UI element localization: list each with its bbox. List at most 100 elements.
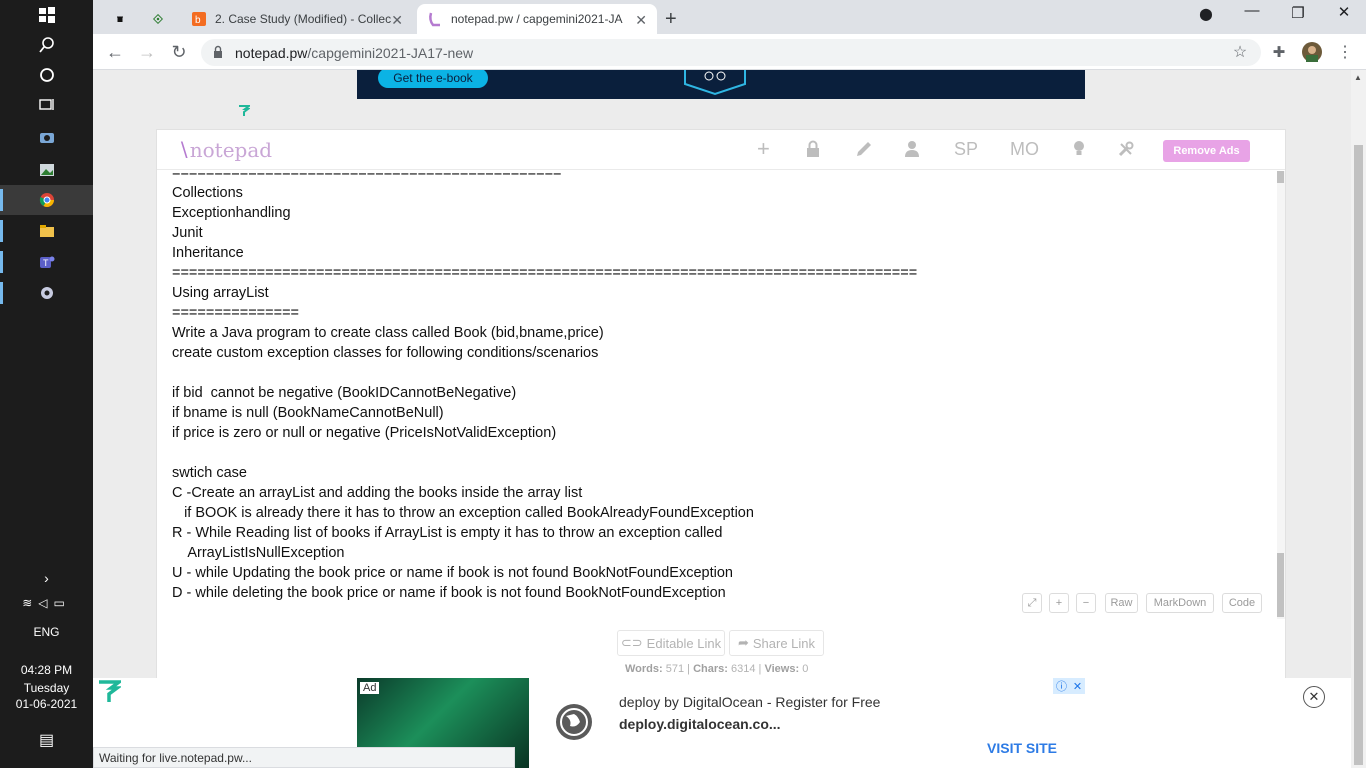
editor-scrollbar-thumb[interactable]	[1277, 171, 1284, 183]
tab-title: notepad.pw / capgemini2021-JA	[451, 12, 623, 26]
tab-search-icon[interactable]: ⬤	[1183, 7, 1229, 21]
teams-app-icon[interactable]: T	[0, 247, 93, 277]
extensions-puzzle-icon[interactable]: ✚	[1267, 40, 1291, 64]
editor-scrollbar[interactable]	[1277, 171, 1285, 619]
note-line: create custom exception classes for foll…	[172, 345, 599, 361]
close-tab-icon[interactable]: ✕	[635, 12, 647, 29]
remove-ads-button[interactable]: Remove Ads	[1163, 140, 1250, 162]
chars-count: 6314	[731, 663, 756, 675]
address-bar[interactable]: notepad.pw/capgemini2021-JA17-new	[201, 39, 1261, 66]
note-line: Using arrayList	[172, 285, 269, 301]
new-tab-button[interactable]: +	[665, 4, 693, 34]
notifications-icon[interactable]: ▤	[0, 730, 93, 750]
new-note-plus-icon[interactable]: +	[757, 136, 770, 162]
chrome-menu-icon[interactable]: ⋮	[1333, 40, 1357, 64]
task-view-icon[interactable]	[0, 90, 93, 120]
forward-button[interactable]: →	[135, 40, 159, 64]
windows-start-icon[interactable]	[0, 0, 93, 30]
settings-app-icon[interactable]	[0, 278, 93, 308]
tab-case-study[interactable]: b 2. Case Study (Modified) - Collec ✕	[181, 4, 413, 34]
profile-avatar[interactable]	[1300, 40, 1324, 64]
get-ebook-button[interactable]: Get the e-book	[378, 70, 488, 88]
note-line: ========================================…	[172, 265, 918, 281]
note-line: if bname is null (BookNameCannotBeNull)	[172, 405, 444, 421]
note-line: Junit	[172, 225, 203, 241]
note-line: Exceptionhandling	[172, 205, 291, 221]
notepad-logo-swoosh-icon: ∖	[177, 138, 190, 162]
close-ad-icon[interactable]: ✕	[1303, 686, 1325, 708]
raw-button[interactable]: Raw	[1105, 593, 1138, 613]
close-tab-icon[interactable]: ✕	[391, 12, 403, 29]
editor-scrollbar-thumb-lower[interactable]	[1277, 553, 1284, 617]
back-button[interactable]: ←	[103, 40, 127, 64]
restore-button[interactable]: ❐	[1275, 4, 1321, 22]
browser-tab-strip: b 2. Case Study (Modified) - Collec ✕ no…	[93, 0, 1366, 34]
svg-text:T: T	[43, 258, 49, 268]
note-line: ===============	[172, 305, 300, 321]
chrome-app-icon[interactable]	[0, 185, 93, 215]
svg-text:b: b	[195, 15, 201, 26]
note-line: U - while Updating the book price or nam…	[172, 565, 733, 581]
browser-toolbar: ← → ↻ notepad.pw/capgemini2021-JA17-new …	[93, 34, 1366, 70]
tab-pinned-2[interactable]	[145, 4, 179, 34]
sp-button[interactable]: SP	[954, 139, 978, 160]
visit-site-button[interactable]: VISIT SITE	[987, 740, 1057, 756]
globe-icon	[556, 704, 592, 740]
screen: T › ≋◁▭ ENG 04:28 PM Tuesday 01-06-2021 …	[0, 0, 1366, 768]
tab-pinned-1[interactable]	[109, 4, 139, 34]
lock-icon[interactable]	[805, 140, 821, 163]
scroll-up-arrow-icon[interactable]: ▲	[1354, 73, 1362, 82]
clock-time[interactable]: 04:28 PM	[0, 663, 93, 677]
show-hidden-icons-chevron-icon[interactable]: ›	[0, 570, 93, 586]
lightbulb-icon[interactable]	[1073, 140, 1085, 163]
file-explorer-icon[interactable]	[0, 216, 93, 246]
bookmark-star-icon[interactable]: ☆	[1228, 40, 1252, 64]
ad-title[interactable]: deploy by DigitalOcean - Register for Fr…	[619, 694, 880, 710]
notepad-header: ∖notepad + SP MO Remove Ads	[157, 130, 1285, 170]
font-decrease-icon[interactable]: −	[1076, 593, 1096, 613]
notepad-card: ∖notepad + SP MO Remove Ads ============…	[156, 129, 1286, 699]
page-scrollbar-thumb[interactable]	[1354, 145, 1363, 765]
note-line: Collections	[172, 185, 243, 201]
close-window-button[interactable]: ✕	[1321, 3, 1366, 21]
ad-tag: Ad	[360, 682, 380, 694]
system-tray-icons[interactable]: ≋◁▭	[0, 596, 93, 610]
search-icon[interactable]	[0, 30, 93, 60]
url-path: /capgemini2021-JA17-new	[307, 44, 474, 61]
note-line: if price is zero or null or negative (Pr…	[172, 425, 557, 441]
tab-favicon-icon: b	[191, 11, 207, 27]
share-arrow-icon: ➦	[737, 635, 749, 650]
note-editor[interactable]: ========================================…	[157, 171, 1285, 619]
top-ad-banner[interactable]: Get the e-book	[357, 70, 1085, 99]
reload-button[interactable]: ↻	[167, 40, 191, 64]
notepad-logo[interactable]: ∖notepad	[177, 138, 272, 162]
note-line: C -Create an arrayList and adding the bo…	[172, 485, 583, 501]
font-increase-icon[interactable]: +	[1049, 593, 1069, 613]
tools-icon[interactable]	[1117, 140, 1135, 163]
code-button[interactable]: Code	[1222, 593, 1262, 613]
photos-app-icon[interactable]	[0, 155, 93, 185]
mo-button[interactable]: MO	[1010, 139, 1039, 160]
language-indicator[interactable]: ENG	[0, 625, 93, 639]
minimize-button[interactable]: —	[1229, 2, 1275, 19]
windows-taskbar: T › ≋◁▭ ENG 04:28 PM Tuesday 01-06-2021 …	[0, 0, 93, 768]
note-line: swtich case	[172, 465, 247, 481]
ad-url[interactable]: deploy.digitalocean.co...	[619, 716, 781, 732]
markdown-button[interactable]: MarkDown	[1146, 593, 1214, 613]
share-link-button[interactable]: ➦ Share Link	[729, 630, 824, 656]
edit-pencil-icon[interactable]	[855, 140, 873, 163]
camera-app-icon[interactable]	[0, 122, 93, 152]
tab-notepad[interactable]: notepad.pw / capgemini2021-JA ✕	[417, 4, 657, 34]
notepad-logo-text: notepad	[189, 138, 273, 162]
editable-link-button[interactable]: ⊂⊃ Editable Link	[617, 630, 725, 656]
page-scrollbar[interactable]: ▲	[1351, 70, 1366, 768]
chars-label: Chars:	[693, 663, 728, 675]
web-page: Get the e-book ∖notepad + SP MO Remove A…	[93, 70, 1351, 768]
clock-day: Tuesday	[23, 681, 70, 695]
ad-choices-info-icon[interactable]: ⓘ ✕	[1053, 678, 1085, 694]
note-stats: Words: 571 | Chars: 6314 | Views: 0	[625, 663, 809, 675]
cortana-icon[interactable]	[0, 60, 93, 90]
fullscreen-expand-icon[interactable]: ⤢	[1022, 593, 1042, 613]
words-count: 571	[665, 663, 685, 675]
user-icon[interactable]	[904, 140, 920, 163]
